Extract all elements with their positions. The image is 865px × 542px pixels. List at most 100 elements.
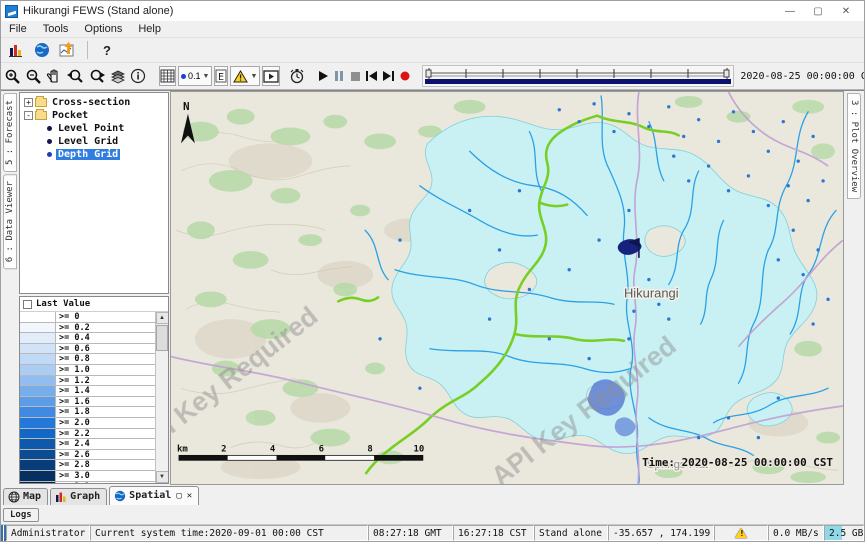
legend-row[interactable]: >= 0.2 [20, 323, 155, 334]
legend-row[interactable]: >= 0.6 [20, 344, 155, 355]
stop-button[interactable] [348, 66, 362, 86]
legend-row[interactable]: >= 1.4 [20, 386, 155, 397]
right-tab-strip: 3 : Plot Overview [844, 91, 864, 485]
pan-hand-icon[interactable] [45, 66, 63, 86]
contour-interval-combo[interactable]: 0.1 ▼ [178, 66, 212, 86]
zoom-in-icon[interactable] [3, 66, 22, 86]
chevron-down-icon: ▼ [203, 73, 210, 80]
scroll-thumb[interactable] [156, 325, 168, 351]
timeline-slider[interactable] [422, 65, 734, 87]
close-button[interactable]: ✕ [832, 2, 860, 20]
legend-swatch [20, 365, 56, 375]
legend-row[interactable]: >= 3.0 [20, 471, 155, 482]
legend-label: >= 0.8 [56, 354, 155, 364]
legend-label: >= 2.8 [56, 460, 155, 470]
last-value-checkbox[interactable] [23, 300, 32, 309]
play-button[interactable] [316, 66, 330, 86]
legend-row[interactable]: >= 1.2 [20, 376, 155, 387]
wire-globe-icon [8, 491, 20, 503]
warning-icon [735, 528, 747, 538]
classification-icon[interactable]: E [214, 66, 228, 86]
pause-button[interactable] [332, 66, 346, 86]
tab-forecast[interactable]: 5 : Forecast [3, 93, 17, 172]
legend-swatch [20, 376, 56, 386]
legend-label: >= 1.4 [56, 386, 155, 396]
tab-graph[interactable]: Graph [50, 488, 107, 505]
legend-row[interactable]: >= 2.6 [20, 450, 155, 461]
tab-maximize-icon[interactable]: ▢ [176, 491, 181, 501]
collapse-icon[interactable]: - [24, 111, 33, 120]
document-tabs: Map Graph Spatial ▢ ✕ [1, 485, 864, 505]
zoom-previous-icon[interactable] [65, 66, 85, 86]
legend-label: >= 1.2 [56, 376, 155, 386]
status-gmt-time: 08:27:18 GMT [368, 525, 453, 541]
zoom-next-icon[interactable] [87, 66, 107, 86]
legend-swatch [20, 471, 56, 481]
logs-row: Logs [1, 505, 864, 524]
legend-scrollbar[interactable]: ▲ ▼ [155, 312, 168, 483]
legend-row[interactable]: >= 2.0 [20, 418, 155, 429]
legend-swatch [20, 439, 56, 449]
menu-file[interactable]: File [1, 23, 35, 35]
timeline-wrap: 2020-08-25 00:00:00 CST [422, 65, 865, 87]
warnings-combo[interactable]: ▼ [230, 66, 260, 86]
legend-row[interactable]: >= 0.4 [20, 333, 155, 344]
legend-row[interactable]: >= 2.4 [20, 439, 155, 450]
tab-close-icon[interactable]: ✕ [187, 491, 192, 501]
layers-icon[interactable] [109, 66, 127, 86]
animation-dialog-icon[interactable] [262, 66, 280, 86]
tab-map[interactable]: Map [3, 488, 48, 505]
tab-spatial[interactable]: Spatial ▢ ✕ [109, 486, 199, 505]
legend-row[interactable]: >= 2.2 [20, 429, 155, 440]
status-system-time: Current system time:2020-09-01 00:00 CST [90, 525, 368, 541]
info-icon[interactable] [129, 66, 147, 86]
legend-panel: Last Value >= 0 >= 0.2 >= 0.4 >= 0.6 >= … [19, 296, 169, 484]
legend-row[interactable]: >= 3.2 [20, 482, 155, 484]
tab-data-viewer[interactable]: 6 : Data Viewer [3, 174, 17, 269]
menu-options[interactable]: Options [76, 23, 130, 35]
scroll-up-icon[interactable]: ▲ [156, 312, 169, 324]
tab-map-label: Map [23, 491, 41, 502]
bar-chart-icon [55, 491, 67, 503]
skip-to-end-button[interactable] [381, 66, 396, 86]
record-button[interactable] [398, 66, 412, 86]
legend-row[interactable]: >= 1.6 [20, 397, 155, 408]
menu-help[interactable]: Help [130, 23, 169, 35]
status-warning[interactable] [714, 525, 768, 541]
main-toolbar: ? [1, 38, 864, 62]
legend-row[interactable]: >= 0 [20, 312, 155, 323]
status-memory[interactable]: 2.5 GB [824, 525, 864, 541]
tree-item-level-point[interactable]: Level Point [22, 122, 166, 135]
app-window: Hikurangi FEWS (Stand alone) — ▢ ✕ File … [0, 0, 865, 542]
legend-row[interactable]: >= 1.8 [20, 407, 155, 418]
tree-item-depth-grid[interactable]: Depth Grid [22, 148, 166, 161]
help-button[interactable]: ? [96, 40, 118, 60]
main-area: 5 : Forecast 6 : Data Viewer + Cross-sec… [1, 90, 864, 485]
legend-row[interactable]: >= 0.8 [20, 354, 155, 365]
tree-item-pocket[interactable]: - Pocket [22, 109, 166, 122]
tab-plot-overview[interactable]: 3 : Plot Overview [847, 93, 861, 199]
menu-tools[interactable]: Tools [35, 23, 77, 35]
expand-icon[interactable]: + [24, 98, 33, 107]
logs-button[interactable]: Logs [3, 508, 39, 522]
minimize-button[interactable]: — [776, 2, 804, 20]
timeseries-dialog-icon[interactable] [57, 40, 79, 60]
grid-display-icon[interactable] [159, 66, 176, 86]
tree-item-level-grid[interactable]: Level Grid [22, 135, 166, 148]
tree-item-cross-section[interactable]: + Cross-section [22, 96, 166, 109]
timeline-datetime: 2020-08-25 00:00:00 CST [740, 71, 865, 82]
legend-row[interactable]: >= 1.0 [20, 365, 155, 376]
legend-label: >= 2.0 [56, 418, 155, 428]
tree-item-label: Pocket [50, 110, 90, 121]
zoom-out-icon[interactable] [24, 66, 43, 86]
bullet-icon [47, 139, 52, 144]
legend-row[interactable]: >= 2.8 [20, 460, 155, 471]
skip-to-start-button[interactable] [364, 66, 379, 86]
maximize-button[interactable]: ▢ [804, 2, 832, 20]
map-globe-icon[interactable] [31, 40, 53, 60]
animation-timer-icon[interactable] [288, 66, 306, 86]
database-viewer-icon[interactable] [5, 40, 27, 60]
contour-dot-icon [181, 74, 186, 79]
scroll-down-icon[interactable]: ▼ [156, 471, 169, 483]
map-canvas[interactable]: API Key Required API Key Required Hikura… [170, 91, 844, 485]
